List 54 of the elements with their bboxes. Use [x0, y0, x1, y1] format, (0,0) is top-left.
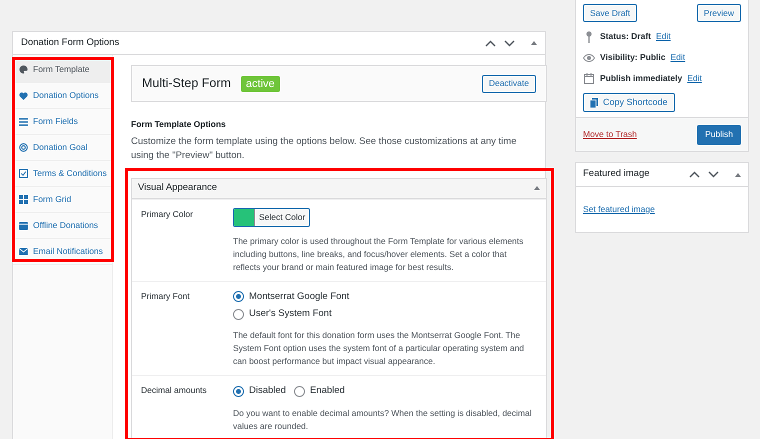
pin-icon — [585, 30, 593, 42]
wallet-icon — [19, 222, 28, 230]
envelope-icon — [19, 248, 28, 255]
edit-link[interactable]: Edit — [670, 51, 686, 64]
status-badge: active — [240, 76, 280, 92]
accordion-header[interactable]: Visual Appearance — [132, 178, 546, 199]
eye-icon — [583, 54, 595, 62]
edit-link[interactable]: Edit — [656, 30, 671, 43]
copy-shortcode-button[interactable]: Copy Shortcode — [583, 93, 675, 112]
panel-title: Donation Form Options — [21, 36, 120, 50]
featured-image-link[interactable]: Set featured image — [583, 204, 655, 214]
heart-icon — [19, 92, 28, 100]
publish-button[interactable]: Publish — [697, 124, 741, 144]
radio-button[interactable] — [233, 308, 244, 320]
color-picker-button[interactable]: Select Color — [233, 208, 310, 227]
meta-text: Status: Draft — [600, 30, 652, 43]
palette-icon — [19, 65, 28, 74]
radio-option[interactable]: Montserrat Google Font — [233, 290, 537, 304]
radio-option[interactable]: User's System Font — [233, 307, 537, 322]
collapse-icon[interactable] — [534, 186, 540, 190]
chevron-down-icon[interactable] — [708, 171, 719, 178]
trash-link[interactable]: Move to Trash — [583, 128, 637, 141]
chevron-up-icon[interactable] — [689, 171, 700, 178]
collapse-icon[interactable] — [531, 41, 537, 45]
chevron-up-icon[interactable] — [485, 40, 496, 46]
radio-option[interactable]: Enabled — [294, 384, 345, 398]
target-icon — [19, 143, 28, 152]
meta-text: Publish immediately — [600, 72, 682, 85]
section-description: Customize the form template using the options below. See those customizations at any time using the "Preview" button. — [131, 134, 518, 163]
collapse-icon[interactable] — [735, 172, 741, 176]
save-draft-button[interactable]: Save Draft — [583, 4, 638, 22]
preview-button[interactable]: Preview — [696, 4, 741, 22]
template-name: Multi-Step Form — [142, 75, 231, 92]
list-icon — [19, 118, 28, 126]
field-label: Primary Font — [141, 290, 191, 303]
field-label: Decimal amounts — [141, 384, 208, 398]
radio-button[interactable] — [233, 291, 244, 302]
chevron-down-icon[interactable] — [504, 40, 515, 46]
panel-title: Featured image — [583, 167, 650, 182]
edit-link[interactable]: Edit — [687, 72, 702, 85]
copy-icon — [590, 98, 598, 108]
help-text: The default font for this donation form uses the Montserrat Google Font. The System Font option uses the system font of a particular operating system and can boost performance but impact visual appearance. — [233, 329, 526, 368]
checkbox-icon — [19, 169, 28, 178]
field-label: Primary Color — [141, 208, 194, 221]
meta-text: Visibility: Public — [600, 51, 666, 64]
deactivate-button[interactable]: Deactivate — [482, 74, 536, 92]
help-text: Do you want to enable decimal amounts? When the setting is disabled, decimal values are rounded. — [233, 406, 533, 432]
help-text: The primary color is used throughout the Form Template for various elements including buttons, line breaks, and focus/hover elements. Set a color that reflects your brand or main featured image for best results. — [233, 234, 524, 274]
calendar-icon — [584, 73, 594, 84]
radio-button[interactable] — [233, 386, 244, 397]
radio-button[interactable] — [294, 386, 305, 397]
grid-icon — [19, 195, 28, 204]
radio-option[interactable]: Disabled — [233, 384, 286, 398]
section-heading: Form Template Options — [131, 118, 227, 131]
